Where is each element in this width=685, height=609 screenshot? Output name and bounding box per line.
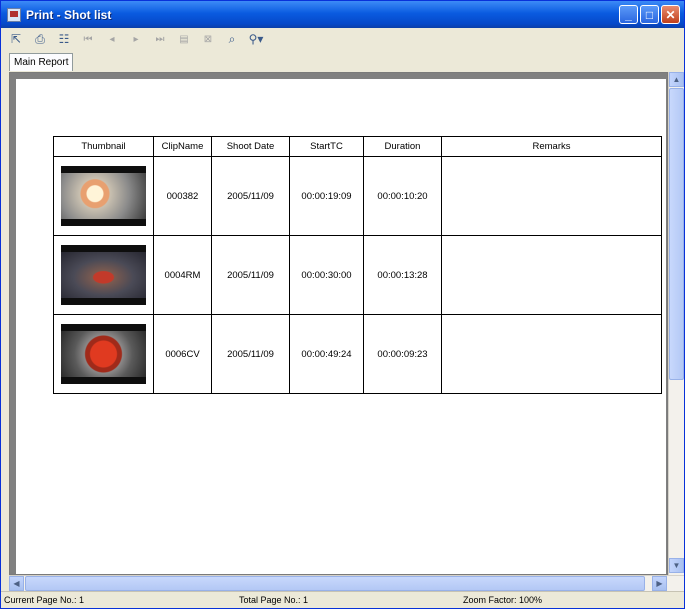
col-thumbnail: Thumbnail (53, 136, 154, 157)
zoom-icon[interactable]: ⚲▾ (247, 30, 265, 48)
table-row: 0004RM 2005/11/09 00:00:30:00 00:00:13:2… (53, 235, 662, 315)
status-bar: Current Page No.: 1 Total Page No.: 1 Zo… (1, 591, 684, 608)
col-starttc: StartTC (289, 136, 364, 157)
starttc-cell: 00:00:30:00 (289, 235, 364, 315)
clipname-cell: 0004RM (153, 235, 212, 315)
previous-page-icon[interactable]: ◂ (103, 30, 121, 48)
total-page-status: Total Page No.: 1 (239, 595, 309, 605)
goto-page-icon[interactable]: ▤ (175, 30, 193, 48)
report-page: Thumbnail ClipName Shoot Date StartTC Du… (16, 79, 666, 574)
col-remarks: Remarks (441, 136, 662, 157)
report-viewport[interactable]: Thumbnail ClipName Shoot Date StartTC Du… (9, 72, 668, 575)
window-title: Print - Shot list (26, 7, 112, 22)
print-window: Print - Shot list _ □ ✕ ⇱ ⎙ ☷ ⏮ ◂ ▸ ⏭ ▤ … (0, 0, 685, 609)
zoom-factor-status: Zoom Factor: 100% (463, 595, 543, 605)
shot-list-table: Thumbnail ClipName Shoot Date StartTC Du… (53, 136, 662, 394)
current-page-status: Current Page No.: 1 (4, 595, 85, 605)
thumbnail-image (61, 245, 146, 305)
app-icon (7, 7, 21, 22)
last-page-icon[interactable]: ⏭ (151, 30, 169, 48)
scroll-up-icon[interactable]: ▲ (669, 72, 684, 87)
col-duration: Duration (363, 136, 442, 157)
minimize-button[interactable]: _ (619, 5, 638, 24)
clipname-cell: 0006CV (153, 314, 212, 394)
thumbnail-cell (53, 235, 154, 315)
remarks-cell (441, 156, 662, 236)
scroll-down-icon[interactable]: ▼ (669, 558, 684, 573)
toolbar: ⇱ ⎙ ☷ ⏮ ◂ ▸ ⏭ ▤ ⊠ ⌕ ⚲▾ (1, 28, 684, 50)
col-shoot-date: Shoot Date (211, 136, 290, 157)
shoot-date-cell: 2005/11/09 (211, 156, 290, 236)
table-row: 000382 2005/11/09 00:00:19:09 00:00:10:2… (53, 156, 662, 236)
scroll-right-icon[interactable]: ▶ (652, 576, 667, 591)
scroll-left-icon[interactable]: ◀ (9, 576, 24, 591)
horizontal-scroll-thumb[interactable] (25, 576, 645, 591)
starttc-cell: 00:00:49:24 (289, 314, 364, 394)
duration-cell: 00:00:09:23 (363, 314, 442, 394)
thumbnail-cell (53, 314, 154, 394)
export-icon[interactable]: ⇱ (7, 30, 25, 48)
print-icon[interactable]: ⎙ (31, 30, 49, 48)
maximize-button[interactable]: □ (640, 5, 659, 24)
starttc-cell: 00:00:19:09 (289, 156, 364, 236)
remarks-cell (441, 314, 662, 394)
thumbnail-image (61, 166, 146, 226)
horizontal-scrollbar[interactable]: ◀ ▶ (9, 575, 684, 591)
thumbnail-image (61, 324, 146, 384)
close-button[interactable]: ✕ (661, 5, 680, 24)
next-page-icon[interactable]: ▸ (127, 30, 145, 48)
col-clipname: ClipName (153, 136, 212, 157)
remarks-cell (441, 235, 662, 315)
thumbnail-cell (53, 156, 154, 236)
stop-icon[interactable]: ⊠ (199, 30, 217, 48)
search-icon[interactable]: ⌕ (223, 30, 241, 48)
shoot-date-cell: 2005/11/09 (211, 235, 290, 315)
table-row: 0006CV 2005/11/09 00:00:49:24 00:00:09:2… (53, 314, 662, 394)
title-bar[interactable]: Print - Shot list _ □ ✕ (1, 1, 684, 28)
duration-cell: 00:00:13:28 (363, 235, 442, 315)
vertical-scroll-thumb[interactable] (669, 88, 684, 380)
first-page-icon[interactable]: ⏮ (79, 30, 97, 48)
clipname-cell: 000382 (153, 156, 212, 236)
tab-main-report[interactable]: Main Report (9, 53, 74, 71)
vertical-scrollbar[interactable]: ▲ ▼ (668, 72, 684, 575)
group-tree-icon[interactable]: ☷ (55, 30, 73, 48)
shoot-date-cell: 2005/11/09 (211, 314, 290, 394)
duration-cell: 00:00:10:20 (363, 156, 442, 236)
